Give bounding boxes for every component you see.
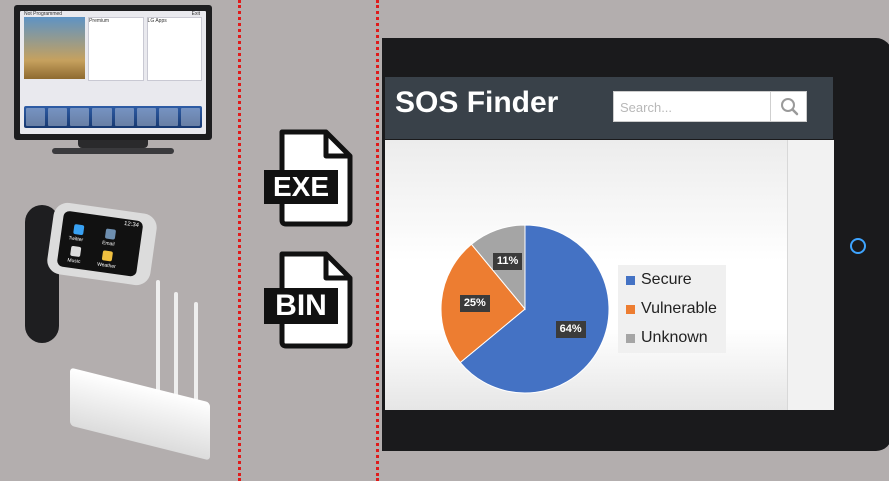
legend-swatch [626,275,635,285]
email-icon [104,228,117,240]
search-separator [770,92,771,121]
watch-email-label: Email [101,240,115,248]
search-input[interactable] [614,92,778,123]
tv-apps-label: LG Apps [147,18,167,24]
legend-item-vulnerable: Vulnerable [626,300,717,318]
bin-file-label: BIN [275,289,327,322]
legend-swatch [626,304,635,314]
legend-label: Secure [641,271,692,288]
tv-dock-icon [114,108,134,126]
tv-dock-icon [48,108,68,126]
left-divider [238,0,241,481]
scrollbar[interactable] [787,140,834,410]
app-title: SOS Finder [395,86,559,119]
exe-file-label: EXE [272,171,330,202]
router-body [70,367,210,461]
watch-screen: 12:34 Twitter Email Music Weather [56,210,144,278]
router-image [70,280,210,470]
tv-stand [78,140,148,148]
tv-premium-label: Premium [89,18,110,24]
tv-dock-icon [136,108,156,126]
router-antenna [174,292,178,407]
tv-dock-icon [180,108,200,126]
music-icon [70,245,82,258]
bin-file-icon: BIN [264,250,354,350]
weather-icon [101,250,114,262]
pie-value-label: 11% [492,252,523,270]
content-area [385,140,787,410]
exe-file-icon: EXE [264,128,354,228]
legend-label: Unknown [641,329,708,346]
tv-tiles: Premium LG Apps [24,17,202,81]
magnifier-icon [781,98,799,116]
smart-tv-image: Not Programmed Exit Premium LG Apps [14,5,212,155]
search-button[interactable] [772,92,807,121]
router-antenna [156,280,160,400]
tv-dock [24,106,202,128]
tv-giraffe-photo [24,17,86,79]
watch-weather-label: Weather [96,261,117,271]
home-button[interactable] [850,238,866,254]
legend-item-secure: Secure [626,271,692,289]
search-box [613,91,807,123]
right-divider [376,0,379,481]
legend-swatch [626,333,635,343]
legend-label: Vulnerable [641,300,717,317]
pie-value-label: 25% [459,295,490,313]
watch-time: 12:34 [123,220,140,229]
pie-value-label: 64% [555,321,586,339]
watch-music-label: Music [66,257,81,266]
watch-twitter-label: Twitter [68,235,84,244]
tv-apps-column: LG Apps [146,17,202,81]
tv-screen: Not Programmed Exit Premium LG Apps [20,11,206,134]
watch-body: 12:34 Twitter Email Music Weather [45,201,159,287]
tv-premium-column: Premium [88,17,144,81]
chart-legend: Secure Vulnerable Unknown [618,265,726,353]
tv-base [52,148,174,154]
tv-dock-icon [92,108,112,126]
tv-dock-icon [26,108,46,126]
twitter-icon [73,223,85,236]
tv-dock-icon [158,108,178,126]
tv-dock-icon [70,108,90,126]
legend-item-unknown: Unknown [626,329,708,347]
tv-frame: Not Programmed Exit Premium LG Apps [14,5,212,140]
router-antenna [194,302,198,414]
